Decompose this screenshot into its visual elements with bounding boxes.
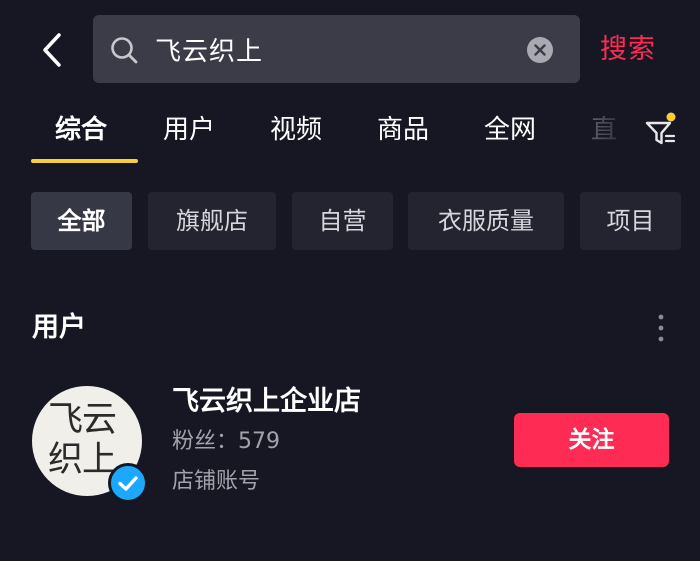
top-bar: 搜索 [0, 0, 700, 100]
chip-clothing-quality[interactable]: 衣服质量 [408, 192, 564, 250]
clear-icon [534, 44, 546, 56]
result-type-tabs: 综合 用户 视频 商品 全网 直 [0, 100, 700, 170]
account-type: 店铺账号 [172, 469, 261, 494]
filter-chips: 全部 旗舰店 自营 衣服质量 项目 [0, 192, 700, 254]
chevron-left-icon [43, 33, 61, 67]
follower-count: 粉丝：579 [172, 429, 280, 454]
tab-videos[interactable]: 视频 [270, 110, 322, 150]
chip-flagship-store[interactable]: 旗舰店 [148, 192, 276, 250]
chip-self-operated[interactable]: 自营 [292, 192, 393, 250]
search-submit-button[interactable]: 搜索 [600, 30, 680, 70]
search-icon [111, 37, 138, 64]
verified-badge [108, 463, 148, 503]
tab-comprehensive[interactable]: 综合 [55, 110, 107, 150]
search-results-screen: 搜索 综合 用户 视频 商品 全网 直 全部 旗舰店 自营 衣服质量 项目 用户 [0, 0, 700, 561]
follow-button[interactable]: 关注 [514, 413, 669, 467]
more-options-button[interactable] [648, 310, 674, 346]
clear-search-button[interactable] [527, 37, 553, 63]
tab-web[interactable]: 全网 [484, 110, 536, 150]
more-vertical-icon [658, 314, 664, 342]
back-button[interactable] [28, 22, 76, 78]
section-title-users: 用户 [32, 312, 86, 343]
chip-project[interactable]: 项目 [580, 192, 681, 250]
user-name[interactable]: 飞云织上企业店 [172, 382, 361, 422]
tab-users[interactable]: 用户 [163, 110, 215, 150]
user-result-card[interactable]: 飞云织上 飞云织上企业店 粉丝：579 店铺账号 关注 [0, 370, 700, 510]
tab-products[interactable]: 商品 [377, 110, 429, 150]
search-box[interactable] [93, 15, 580, 83]
active-tab-indicator [31, 159, 138, 163]
filter-icon [645, 112, 676, 145]
search-input[interactable] [155, 15, 505, 83]
verified-check-icon [118, 476, 138, 491]
chip-all[interactable]: 全部 [31, 192, 132, 250]
filter-button[interactable] [644, 112, 680, 152]
tab-live[interactable]: 直 [591, 110, 617, 150]
